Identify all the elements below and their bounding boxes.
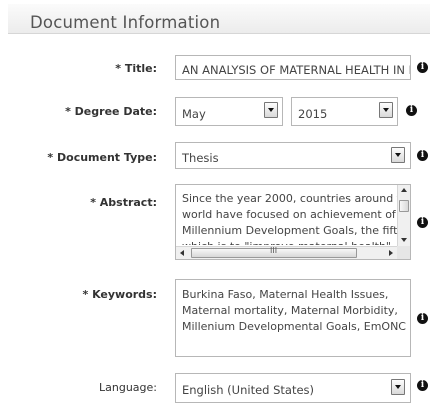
title-info-icon[interactable]: i: [417, 62, 428, 73]
title-label: * Title:: [115, 62, 157, 75]
scroll-thumb[interactable]: [399, 200, 409, 212]
document-type-value: Thesis: [182, 151, 219, 165]
title-input[interactable]: AN ANALYSIS OF MATERNAL HEALTH IN BURKIN…: [175, 55, 411, 80]
dropdown-arrow-icon[interactable]: [391, 147, 405, 163]
keywords-textarea[interactable]: Burkina Faso, Maternal Health Issues, Ma…: [175, 279, 411, 357]
language-label: Language:: [99, 381, 157, 394]
degree-month-value: May: [182, 107, 206, 121]
dropdown-arrow-icon[interactable]: [379, 102, 393, 118]
dropdown-arrow-icon[interactable]: [264, 102, 278, 118]
keywords-info-icon[interactable]: i: [417, 313, 428, 324]
scroll-right-icon[interactable]: [389, 250, 393, 256]
document-type-select[interactable]: Thesis: [175, 142, 411, 169]
document-type-info-icon[interactable]: i: [417, 150, 428, 161]
scrollbar-corner: [397, 246, 410, 259]
language-select[interactable]: English (United States): [175, 373, 411, 403]
degree-month-select[interactable]: May: [175, 97, 283, 126]
section-header: Document Information: [8, 4, 430, 34]
degree-date-label: * Degree Date:: [65, 105, 157, 118]
abstract-label: * Abstract:: [90, 196, 157, 209]
title-input-value: AN ANALYSIS OF MATERNAL HEALTH IN BURKIN…: [182, 63, 410, 77]
scroll-down-icon[interactable]: [401, 238, 407, 242]
section-title: Document Information: [30, 13, 221, 32]
scroll-thumb[interactable]: III: [191, 246, 357, 258]
abstract-info-icon[interactable]: i: [417, 217, 428, 228]
dropdown-arrow-icon[interactable]: [391, 379, 405, 395]
degree-year-value: 2015: [298, 107, 328, 121]
scroll-left-icon[interactable]: [180, 250, 184, 256]
degree-date-info-icon[interactable]: i: [406, 105, 417, 116]
abstract-horizontal-scrollbar[interactable]: III: [176, 246, 397, 259]
abstract-textarea[interactable]: Since the year 2000, countries around th…: [175, 184, 411, 260]
scroll-up-icon[interactable]: [401, 188, 407, 192]
degree-year-select[interactable]: 2015: [291, 97, 398, 126]
keywords-text: Burkina Faso, Maternal Health Issues, Ma…: [182, 288, 406, 333]
scroll-grip: III: [270, 246, 278, 255]
keywords-label: * Keywords:: [82, 288, 157, 301]
document-type-label: * Document Type:: [47, 151, 157, 164]
abstract-text: Since the year 2000, countries around th…: [182, 192, 411, 245]
language-value: English (United States): [182, 383, 315, 397]
abstract-vertical-scrollbar[interactable]: [397, 185, 410, 246]
language-info-icon[interactable]: i: [417, 380, 428, 391]
